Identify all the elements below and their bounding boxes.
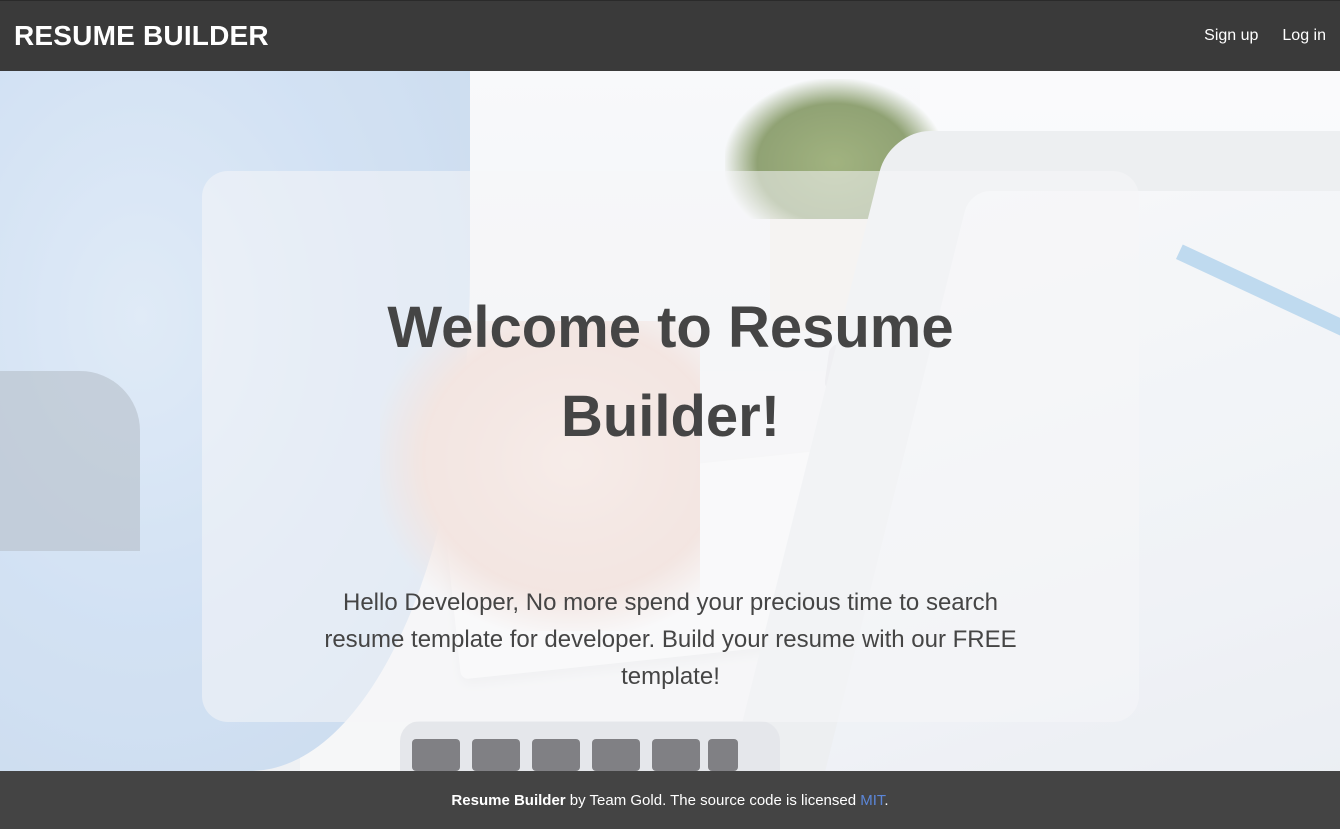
top-navbar: RESUME BUILDER Sign up Log in	[0, 0, 1340, 71]
welcome-text: Hello Developer, No more spend your prec…	[324, 589, 1017, 690]
footer-project-name: Resume Builder	[451, 791, 566, 809]
nav-links: Sign up Log in	[1204, 27, 1326, 45]
license-link[interactable]: MIT	[860, 792, 884, 809]
footer-credits: by Team Gold. The source code is license…	[565, 791, 861, 809]
page: RESUME BUILDER Sign up Log in Welcome to…	[0, 0, 1340, 829]
hero-section: Welcome to Resume Builder! Hello Develop…	[0, 71, 1340, 771]
login-link[interactable]: Log in	[1282, 27, 1326, 45]
welcome-card: Welcome to Resume Builder! Hello Develop…	[202, 171, 1139, 722]
brand-logo[interactable]: RESUME BUILDER	[14, 20, 269, 52]
footer-period: .	[884, 791, 889, 809]
signup-link[interactable]: Sign up	[1204, 27, 1258, 45]
footer: Resume Builder by Team Gold. The source …	[0, 771, 1340, 829]
welcome-title: Welcome to Resume Builder!	[387, 295, 954, 449]
